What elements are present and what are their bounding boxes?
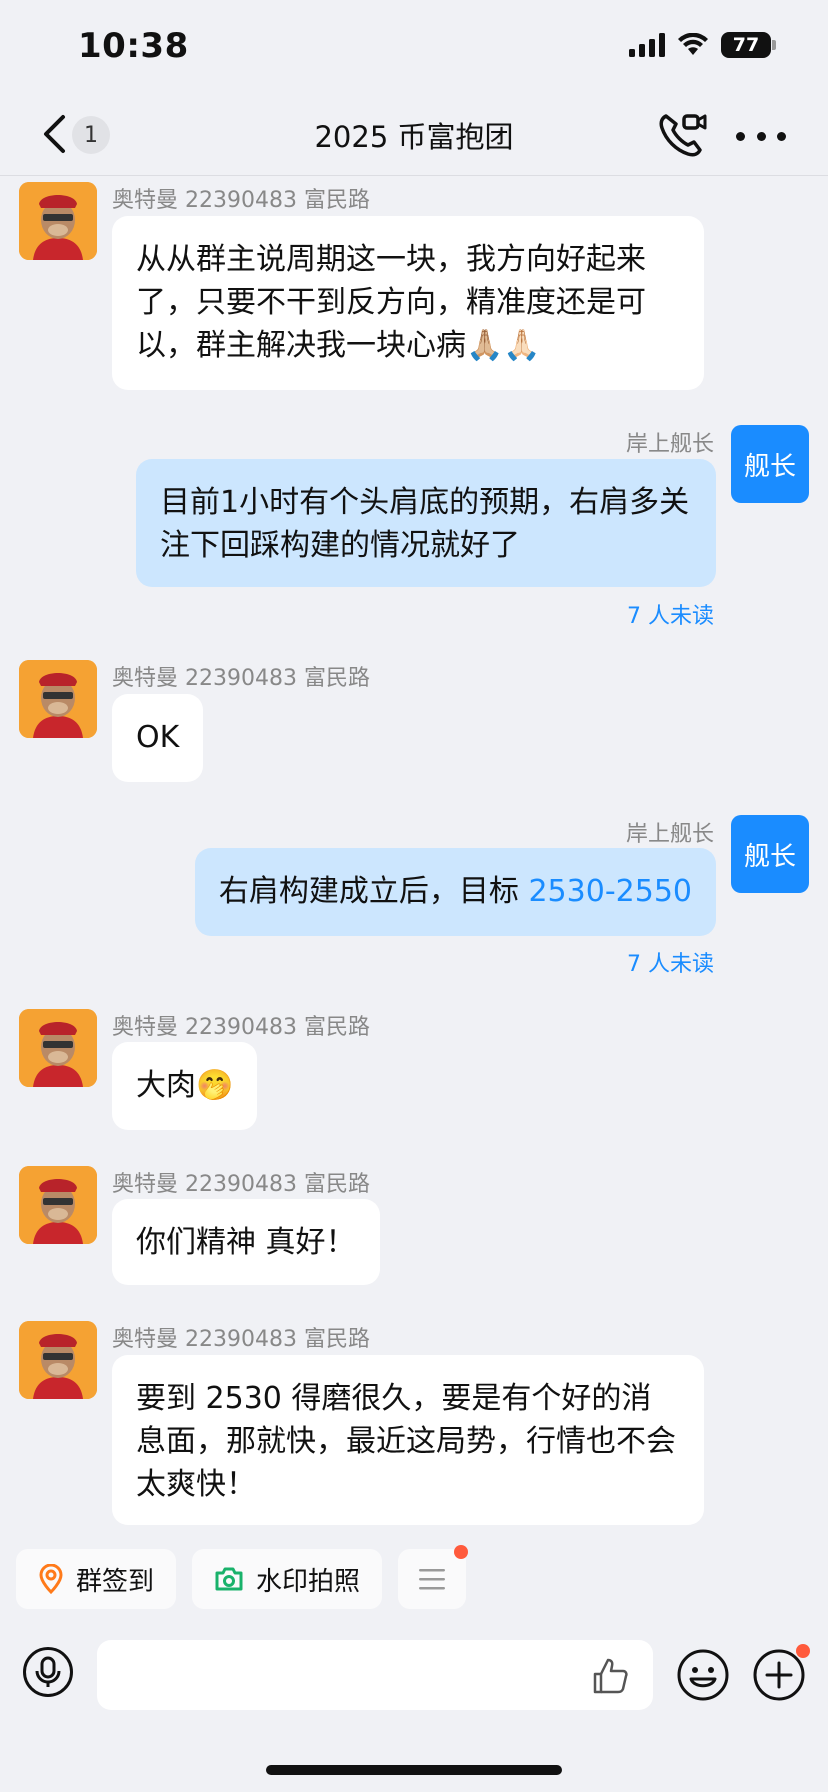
notification-dot bbox=[796, 1644, 810, 1658]
quick-actions-bar: 群签到 水印拍照 bbox=[16, 1545, 469, 1609]
read-status[interactable]: 7 人未读 bbox=[627, 598, 714, 630]
avatar[interactable] bbox=[19, 1321, 97, 1399]
ape-avatar-icon bbox=[19, 1321, 97, 1399]
more-actions-button[interactable] bbox=[752, 1644, 810, 1702]
menu-lines-icon bbox=[419, 1569, 446, 1590]
ape-avatar-icon bbox=[19, 1009, 97, 1087]
quick-action-label: 群签到 bbox=[76, 1566, 155, 1597]
group-checkin-button[interactable]: 群签到 bbox=[16, 1549, 177, 1609]
notification-dot bbox=[454, 1545, 469, 1559]
sender-name: 岸上舰长 bbox=[625, 432, 714, 457]
message-bubble[interactable]: 右肩构建成立后，目标 2530-2550 bbox=[194, 848, 716, 936]
emoji-icon[interactable] bbox=[676, 1648, 730, 1702]
sender-name: 奥特曼 22390483 富民路 bbox=[112, 666, 370, 691]
camera-icon bbox=[215, 1567, 243, 1591]
wifi-icon bbox=[678, 33, 708, 55]
read-status[interactable]: 7 人未读 bbox=[627, 946, 714, 978]
more-options-icon[interactable] bbox=[736, 116, 786, 156]
sender-name: 奥特曼 22390483 富民路 bbox=[112, 1172, 370, 1197]
message-bubble[interactable]: 要到 2530 得磨很久，要是有个好的消息面，那就快，最近这局势，行情也不会太爽… bbox=[112, 1355, 704, 1525]
status-bar: 10:38 77 bbox=[0, 0, 828, 96]
avatar-self[interactable]: 舰长 bbox=[731, 815, 809, 893]
phone-video-call-icon[interactable] bbox=[656, 110, 708, 160]
price-target-link[interactable]: 2530-2550 bbox=[528, 874, 692, 909]
message-bubble[interactable]: OK bbox=[112, 694, 204, 782]
message-bubble[interactable]: 大肉🤭 bbox=[112, 1042, 258, 1130]
ape-avatar-icon bbox=[19, 660, 97, 738]
sender-name: 奥特曼 22390483 富民路 bbox=[112, 1327, 370, 1352]
ape-avatar-icon bbox=[19, 1166, 97, 1244]
signal-icon bbox=[629, 33, 665, 57]
ape-avatar-icon bbox=[19, 182, 97, 260]
message-text: 右肩构建成立后，目标 bbox=[218, 874, 529, 909]
status-icons: 77 bbox=[629, 32, 776, 58]
sender-name: 奥特曼 22390483 富民路 bbox=[112, 1015, 370, 1040]
battery-indicator: 77 bbox=[721, 32, 771, 58]
status-time: 10:38 bbox=[78, 26, 189, 66]
sender-name: 岸上舰长 bbox=[625, 822, 714, 847]
quick-menu-button[interactable] bbox=[398, 1545, 469, 1609]
message-bubble[interactable]: 你们精神 真好！ bbox=[112, 1199, 380, 1285]
avatar[interactable] bbox=[19, 1009, 97, 1087]
avatar[interactable] bbox=[19, 660, 97, 738]
watermark-photo-button[interactable]: 水印拍照 bbox=[192, 1549, 383, 1609]
avatar-self[interactable]: 舰长 bbox=[731, 425, 809, 503]
battery-cap bbox=[772, 40, 776, 50]
message-input-bar bbox=[0, 1636, 828, 1716]
thumbs-up-icon[interactable] bbox=[591, 1656, 631, 1696]
message-bubble[interactable]: 从从群主说周期这一块，我方向好起来了，只要不干到反方向，精准度还是可以，群主解决… bbox=[112, 216, 704, 390]
message-bubble[interactable]: 目前1小时有个头肩底的预期，右肩多关注下回踩构建的情况就好了 bbox=[136, 459, 716, 587]
location-pin-icon bbox=[39, 1564, 63, 1594]
sender-name: 奥特曼 22390483 富民路 bbox=[112, 188, 370, 213]
avatar[interactable] bbox=[19, 182, 97, 260]
quick-action-label: 水印拍照 bbox=[256, 1566, 361, 1597]
avatar[interactable] bbox=[19, 1166, 97, 1244]
home-indicator[interactable] bbox=[266, 1765, 562, 1775]
voice-input-icon[interactable] bbox=[22, 1646, 74, 1698]
message-input[interactable] bbox=[97, 1640, 653, 1710]
chat-header: 1 2025 币富抱团 bbox=[0, 96, 828, 176]
